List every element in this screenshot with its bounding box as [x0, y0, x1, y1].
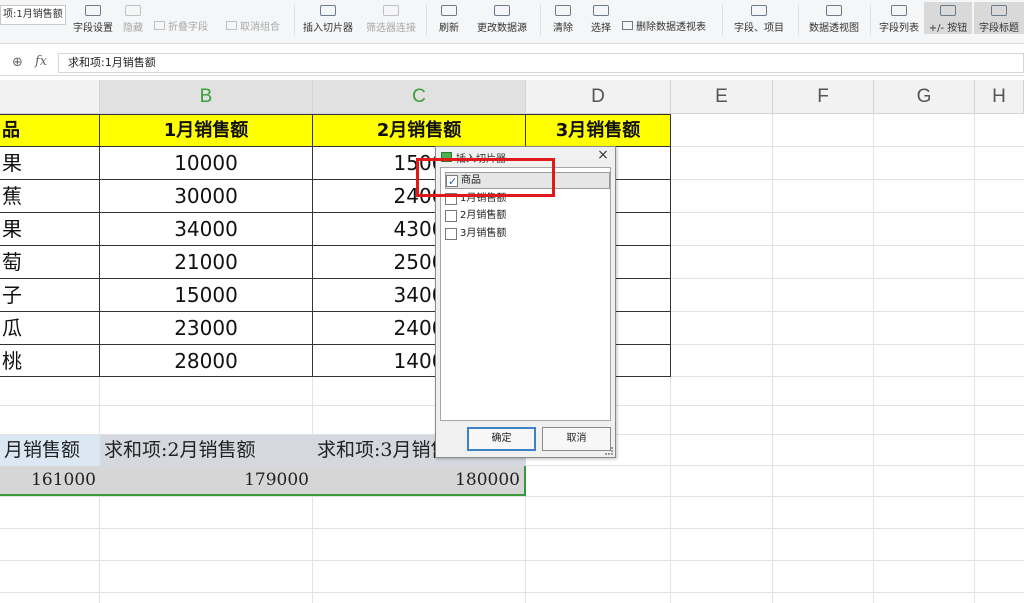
column-header-f[interactable]: F: [773, 80, 874, 114]
separator: [426, 4, 427, 36]
column-header-e[interactable]: E: [671, 80, 773, 114]
table-cell[interactable]: 23000: [100, 312, 313, 345]
table-header-cell[interactable]: 1月销售额: [100, 114, 313, 147]
slicer-icon: [320, 5, 336, 16]
table-cell[interactable]: 15000: [100, 279, 313, 312]
cancel-button[interactable]: 取消: [542, 427, 611, 451]
slicer-option-mar-sales[interactable]: 3月销售额: [445, 225, 610, 242]
active-field-box[interactable]: 项:1月销售额: [0, 5, 66, 25]
table-header-cell[interactable]: 3月销售额: [526, 114, 671, 147]
field-list-icon: [891, 5, 907, 16]
pivot-header-cell[interactable]: 月销售额: [0, 435, 100, 466]
hide-button[interactable]: 隐藏: [120, 2, 146, 34]
ungroup-icon: [226, 21, 237, 30]
checkbox-icon[interactable]: [445, 209, 457, 222]
column-header-c[interactable]: C: [313, 80, 526, 114]
delete-icon: [622, 21, 633, 30]
select-button[interactable]: 选择: [584, 2, 618, 34]
pivot-chart-icon: [826, 5, 842, 16]
pivot-value-cell[interactable]: 179000: [100, 466, 313, 496]
formula-fx-icon: [751, 5, 767, 16]
annotation-highlight-box: [416, 158, 555, 197]
separator: [294, 4, 295, 36]
gridline: [0, 496, 1024, 497]
column-header-a[interactable]: [0, 80, 100, 114]
refresh-button[interactable]: 刷新: [432, 2, 466, 34]
gridline: [772, 114, 773, 603]
table-cell[interactable]: 子: [0, 279, 100, 312]
formula-bar: ⊕ fx 求和项:1月销售额: [0, 50, 1024, 76]
field-list-button[interactable]: 字段列表: [876, 2, 922, 34]
plus-minus-button[interactable]: +/- 按钮: [924, 2, 972, 34]
checkbox-icon[interactable]: [445, 227, 457, 240]
table-cell[interactable]: 果: [0, 147, 100, 180]
slicer-option-feb-sales[interactable]: 2月销售额: [445, 207, 610, 224]
ok-button[interactable]: 确定: [467, 427, 536, 451]
clear-icon: [555, 5, 571, 16]
field-settings-button[interactable]: 字段设置: [70, 2, 116, 34]
filter-connection-button[interactable]: 筛选器连接: [362, 2, 420, 34]
delete-pivot-button[interactable]: 删除数据透视表: [622, 18, 706, 33]
table-cell[interactable]: 30000: [100, 180, 313, 213]
pivot-value-cell[interactable]: 161000: [0, 466, 100, 496]
close-icon[interactable]: ×: [594, 147, 612, 163]
fields-items-button[interactable]: 字段、项目: [728, 2, 790, 34]
zoom-icon[interactable]: ⊕: [12, 55, 23, 70]
select-icon: [593, 5, 609, 16]
table-header-cell[interactable]: 品: [0, 114, 100, 147]
table-cell[interactable]: 蕉: [0, 180, 100, 213]
formula-input[interactable]: 求和项:1月销售额: [58, 53, 1024, 73]
separator: [540, 4, 541, 36]
column-header-b[interactable]: B: [100, 80, 313, 114]
separator: [798, 4, 799, 36]
ribbon-toolbar: 项:1月销售额 字段设置 隐藏 折叠字段 取消组合 插入切片器 筛选器连接 刷新…: [0, 0, 1024, 44]
gridline: [974, 114, 975, 603]
collapse-field-button[interactable]: 折叠字段: [154, 18, 208, 33]
field-headers-button[interactable]: 字段标题: [974, 2, 1024, 34]
clear-button[interactable]: 清除: [546, 2, 580, 34]
table-cell[interactable]: 28000: [100, 345, 313, 377]
separator: [870, 4, 871, 36]
data-source-icon: [494, 5, 510, 16]
column-header-d[interactable]: D: [526, 80, 671, 114]
gridline: [0, 560, 1024, 561]
table-cell[interactable]: 21000: [100, 246, 313, 279]
hide-icon: [125, 5, 141, 16]
table-cell[interactable]: 10000: [100, 147, 313, 180]
table-header-cell[interactable]: 2月销售额: [313, 114, 526, 147]
pivot-value-cell[interactable]: 180000: [313, 466, 526, 496]
fx-icon[interactable]: fx: [35, 54, 47, 69]
table-cell[interactable]: 桃: [0, 345, 100, 377]
table-cell[interactable]: 瓜: [0, 312, 100, 345]
ungroup-button[interactable]: 取消组合: [226, 18, 280, 33]
pivot-header-cell[interactable]: 求和项:2月销售额: [100, 435, 313, 466]
gridline: [0, 528, 1024, 529]
table-cell[interactable]: 果: [0, 213, 100, 246]
field-headers-icon: [991, 5, 1007, 16]
field-settings-icon: [85, 5, 101, 16]
column-header-g[interactable]: G: [874, 80, 975, 114]
collapse-icon: [154, 21, 165, 30]
table-cell[interactable]: 萄: [0, 246, 100, 279]
separator: [722, 4, 723, 36]
plus-minus-icon: [940, 5, 956, 16]
gridline: [0, 592, 1024, 593]
slicer-field-list: 商品 1月销售额 2月销售额 3月销售额: [440, 167, 611, 421]
resize-grip-icon[interactable]: [605, 447, 613, 455]
column-header-h[interactable]: H: [975, 80, 1024, 114]
refresh-icon: [441, 5, 457, 16]
filter-connection-icon: [383, 5, 399, 16]
gridline: [873, 114, 874, 603]
change-source-button[interactable]: 更改数据源: [470, 2, 534, 34]
insert-slicer-button[interactable]: 插入切片器: [300, 2, 356, 34]
table-cell[interactable]: 34000: [100, 213, 313, 246]
pivot-chart-button[interactable]: 数据透视图: [804, 2, 864, 34]
